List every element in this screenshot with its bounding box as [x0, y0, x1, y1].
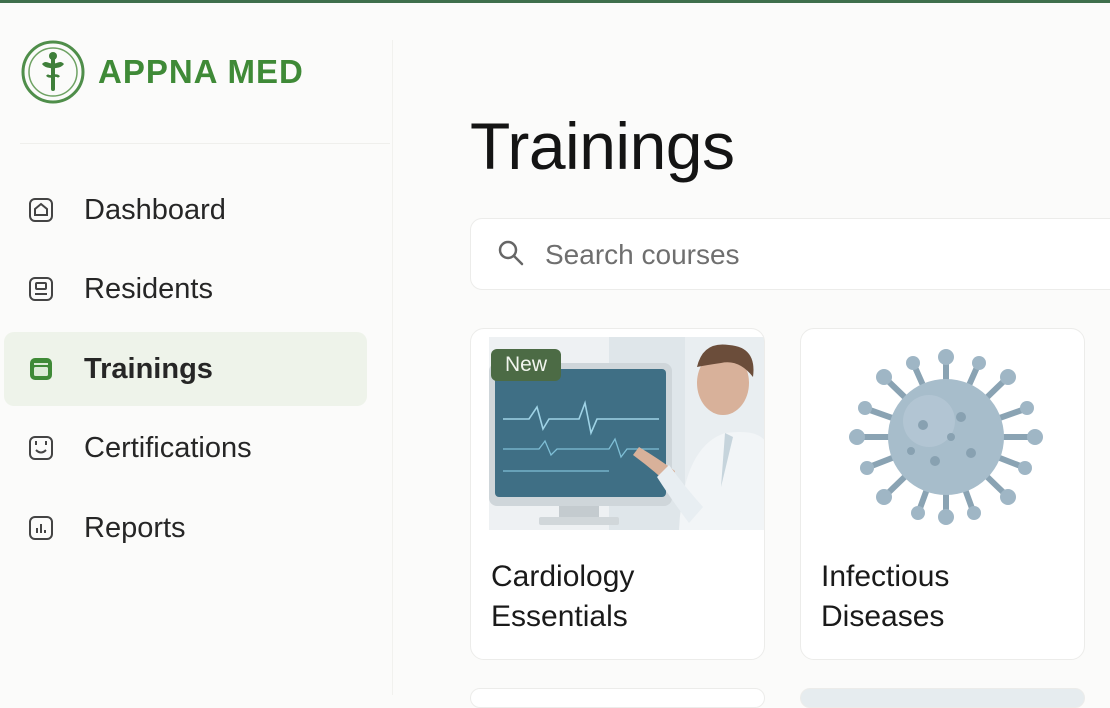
- sidebar-item-label: Reports: [84, 511, 186, 544]
- sidebar-item-label: Residents: [84, 272, 213, 305]
- training-icon: [24, 352, 58, 386]
- sidebar-item-label: Dashboard: [84, 193, 226, 226]
- course-card-cardiology[interactable]: New Cardiology Essentials: [470, 328, 765, 660]
- brand-name: APPNA MED: [98, 53, 304, 90]
- page-title: Trainings: [470, 109, 735, 183]
- sidebar: APPNA MED Dashboard Residents Trainings: [0, 3, 392, 695]
- virus-image: [811, 337, 1081, 530]
- search-icon: [498, 240, 524, 266]
- course-card-infectious-diseases[interactable]: Infectious Diseases: [800, 328, 1085, 660]
- brand-logo[interactable]: APPNA MED: [20, 39, 304, 105]
- search-input[interactable]: [545, 231, 1105, 279]
- home-icon: [24, 193, 58, 227]
- sidebar-item-label: Certifications: [84, 431, 252, 464]
- content-divider: [392, 40, 393, 695]
- search-bar[interactable]: [470, 218, 1110, 290]
- sidebar-item-dashboard[interactable]: Dashboard: [4, 173, 367, 247]
- sidebar-item-residents[interactable]: Residents: [4, 252, 367, 326]
- sidebar-item-label: Trainings: [84, 352, 213, 385]
- sidebar-item-trainings[interactable]: Trainings: [4, 332, 367, 406]
- course-card-partial[interactable]: [470, 688, 765, 708]
- sidebar-item-reports[interactable]: Reports: [4, 491, 367, 565]
- course-title: Infectious Diseases: [821, 560, 950, 633]
- sidebar-item-certifications[interactable]: Certifications: [4, 411, 367, 485]
- sidebar-divider: [20, 143, 390, 144]
- new-badge: New: [491, 349, 562, 381]
- certificate-icon: [24, 431, 58, 465]
- badge-icon: [24, 272, 58, 306]
- course-title: Cardiology Essentials: [491, 560, 635, 633]
- course-card-partial[interactable]: [800, 688, 1085, 708]
- reports-icon: [24, 511, 58, 545]
- caduceus-logo-icon: [21, 40, 85, 104]
